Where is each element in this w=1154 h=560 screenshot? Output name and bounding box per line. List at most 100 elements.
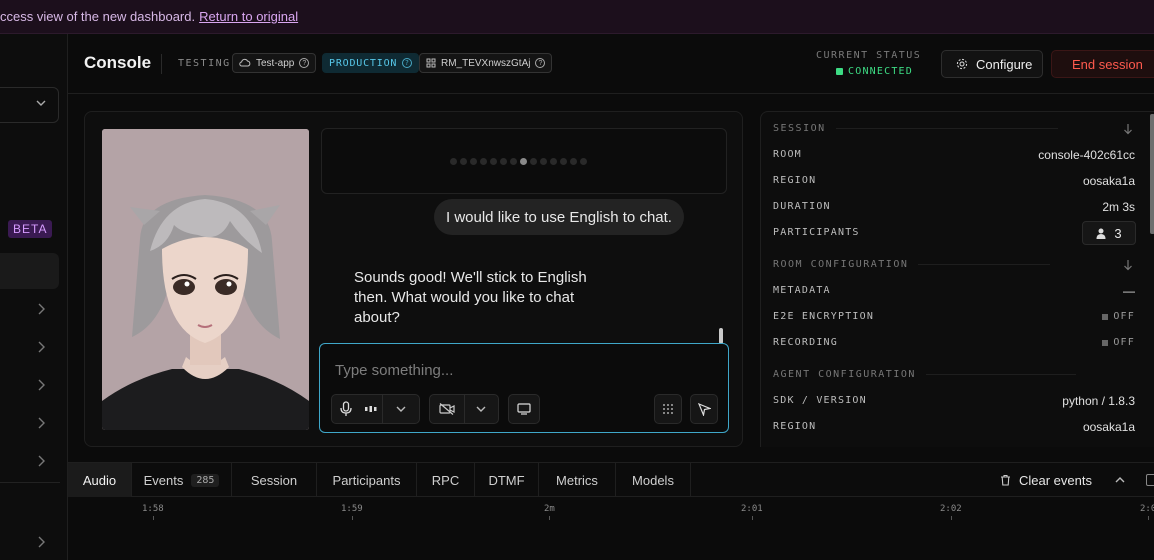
production-chip[interactable]: PRODUCTION ?	[322, 53, 420, 73]
arrow-down-icon[interactable]	[1123, 123, 1133, 135]
tab-label: Audio	[82, 472, 117, 488]
mic-toggle[interactable]	[332, 395, 360, 423]
visualizer-bar	[580, 158, 587, 165]
chevron-right-icon[interactable]	[36, 417, 46, 429]
agent-config-section-header: AGENT CONFIGURATION	[773, 369, 1076, 380]
microphone-control[interactable]	[331, 394, 420, 424]
chevron-right-icon[interactable]	[36, 536, 46, 548]
recording-key: RECORDING	[773, 337, 838, 348]
tab-rpc[interactable]: RPC	[417, 463, 475, 497]
trash-icon	[1001, 474, 1010, 486]
chevron-right-icon[interactable]	[36, 379, 46, 391]
region-value: oosaka1a	[1082, 174, 1135, 188]
status-badge: CONNECTED	[836, 66, 913, 77]
project-select[interactable]	[0, 87, 59, 123]
clear-events-button[interactable]: Clear events	[1000, 463, 1092, 497]
metadata-key: METADATA	[773, 285, 831, 296]
monitor-icon	[517, 403, 531, 415]
room-chip[interactable]: RM_TEVXnwszGtAj ?	[419, 53, 553, 73]
session-section-label: SESSION	[773, 123, 826, 134]
tab-label: DTMF	[488, 472, 525, 488]
sdk-version-key: SDK / VERSION	[773, 395, 867, 406]
agent-config-section-label: AGENT CONFIGURATION	[773, 369, 916, 380]
section-divider	[835, 128, 1058, 129]
mic-device-select[interactable]	[383, 395, 419, 423]
visualizer-bar	[460, 158, 467, 165]
tab-participants[interactable]: Participants	[317, 463, 417, 497]
tab-session[interactable]: Session	[232, 463, 317, 497]
microphone-icon	[340, 401, 352, 416]
message-input[interactable]: Type something...	[335, 362, 453, 379]
chat-scrollbar[interactable]	[719, 328, 723, 344]
room-key: ROOM	[773, 149, 802, 160]
visualizer-bar	[530, 158, 537, 165]
room-value: console-402c61cc	[1038, 148, 1135, 162]
help-icon[interactable]: ?	[402, 58, 413, 68]
status-square	[1102, 339, 1109, 346]
configure-button[interactable]: Configure	[941, 50, 1043, 78]
end-session-button[interactable]: End session	[1051, 50, 1154, 78]
chevron-right-icon[interactable]	[36, 455, 46, 467]
details-scrollbar[interactable]	[1150, 114, 1154, 234]
agent-avatar	[102, 129, 309, 430]
visualizer-bar	[560, 158, 567, 165]
camera-toggle[interactable]	[430, 395, 464, 423]
message-composer: Type something...	[319, 343, 729, 433]
testing-label: TESTING	[178, 58, 231, 69]
timeline-tick: 1:59	[341, 504, 363, 520]
app-chip[interactable]: Test-app ?	[232, 53, 317, 73]
chevron-right-icon[interactable]	[36, 303, 46, 315]
participants-value: 3	[1114, 225, 1122, 241]
visualizer-bar	[570, 158, 577, 165]
mic-level	[360, 395, 382, 423]
duration-value: 2m 3s	[1102, 200, 1135, 214]
region-key: REGION	[773, 175, 817, 186]
help-icon[interactable]: ?	[299, 58, 310, 68]
send-button[interactable]	[690, 394, 718, 424]
header-divider	[161, 54, 162, 74]
sidebar-item-active[interactable]	[0, 253, 59, 289]
camera-control[interactable]	[429, 394, 499, 424]
tab-label: Session	[250, 472, 298, 488]
e2e-encryption-value: OFF	[1113, 311, 1135, 322]
arrow-down-icon[interactable]	[1123, 259, 1133, 271]
tab-label: Models	[632, 472, 674, 488]
status-dot	[836, 68, 843, 75]
timeline-tick: 2:01	[741, 504, 763, 520]
keypad-icon	[663, 404, 673, 414]
panel-icon[interactable]	[1146, 474, 1154, 486]
tab-models[interactable]: Models	[616, 463, 691, 497]
audio-level-icon	[365, 406, 377, 412]
chevron-up-icon[interactable]	[1114, 474, 1126, 486]
recording-status: OFF	[1102, 337, 1135, 348]
production-chip-label: PRODUCTION	[329, 57, 398, 69]
return-to-original-link[interactable]: Return to original	[199, 9, 298, 24]
tab-audio[interactable]: Audio	[68, 463, 132, 497]
sdk-version-value: python / 1.8.3	[1062, 394, 1135, 408]
visualizer-bar	[470, 158, 477, 165]
duration-key: DURATION	[773, 201, 831, 212]
e2e-encryption-status: OFF	[1102, 311, 1135, 322]
chevron-right-icon[interactable]	[36, 341, 46, 353]
section-divider	[918, 264, 1051, 265]
tab-events[interactable]: Events 285	[132, 463, 232, 497]
conversation-panel: I would like to use English to chat. Sou…	[84, 111, 743, 447]
agent-region-value: oosaka1a	[1082, 420, 1135, 434]
timeline-tick: 2:0	[1140, 504, 1154, 520]
participants-count[interactable]: 3	[1082, 221, 1136, 245]
tab-dtmf[interactable]: DTMF	[475, 463, 539, 497]
help-icon[interactable]: ?	[535, 58, 546, 68]
app-chip-label: Test-app	[256, 57, 295, 69]
tab-metrics[interactable]: Metrics	[539, 463, 616, 497]
screen-share-button[interactable]	[508, 394, 540, 424]
agent-message: Sounds good! We'll stick to English then…	[354, 269, 587, 326]
participants-key: PARTICIPANTS	[773, 227, 860, 238]
sidebar: BETA	[0, 34, 68, 560]
keypad-button[interactable]	[654, 394, 682, 424]
room-icon	[426, 58, 436, 68]
send-icon	[697, 402, 711, 416]
camera-device-select[interactable]	[464, 395, 498, 423]
visualizer-bar	[480, 158, 487, 165]
clear-events-label: Clear events	[1019, 472, 1092, 488]
recording-value: OFF	[1113, 337, 1135, 348]
